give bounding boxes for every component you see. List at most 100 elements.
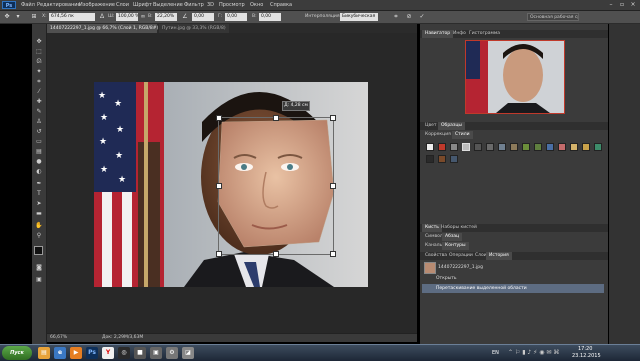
style-swatch[interactable] bbox=[534, 143, 542, 151]
menu-file[interactable]: Файл bbox=[21, 2, 35, 8]
history-step-open[interactable]: Открыть bbox=[422, 274, 604, 283]
magic-wand-icon[interactable]: ✦ bbox=[34, 68, 44, 76]
screen-mode-icon[interactable]: ▣ bbox=[34, 276, 44, 284]
zoom-level[interactable]: 66,67% bbox=[50, 335, 67, 340]
shape-tool-icon[interactable]: ▬ bbox=[34, 210, 44, 218]
commit-transform-icon[interactable]: ✓ bbox=[418, 13, 426, 21]
history-snapshot[interactable]: 14407222297_1.jpg bbox=[438, 263, 620, 272]
menu-window[interactable]: Окно bbox=[250, 2, 263, 8]
transform-handle-left[interactable] bbox=[216, 183, 222, 189]
pen-tool-icon[interactable]: ✒ bbox=[34, 180, 44, 188]
style-swatch[interactable] bbox=[510, 143, 518, 151]
style-swatch[interactable] bbox=[438, 155, 446, 163]
tray-icons[interactable]: ⌃ ⚐ ▮ ♪ ⚡ ◉ ✉ ⌘ bbox=[508, 349, 559, 356]
photoshop-icon[interactable]: Ps bbox=[86, 347, 98, 359]
brush-tool-icon[interactable]: ✎ bbox=[34, 108, 44, 116]
app-icon-4[interactable]: ◪ bbox=[182, 347, 194, 359]
transform-bounding-box[interactable] bbox=[218, 117, 334, 255]
style-swatch[interactable] bbox=[426, 155, 434, 163]
v-skew-field[interactable]: 0,00 bbox=[259, 13, 281, 21]
media-player-icon[interactable]: ▶ bbox=[70, 347, 82, 359]
start-button[interactable]: Пуск bbox=[2, 346, 32, 360]
lasso-tool-icon[interactable]: ᘏ bbox=[34, 58, 44, 66]
ie-icon[interactable]: e bbox=[54, 347, 66, 359]
blur-tool-icon[interactable]: ● bbox=[34, 158, 44, 166]
tab-document-2[interactable]: Путин.jpg @ 33,3% (RGB/8) bbox=[159, 24, 229, 33]
tab-color[interactable]: Цвет bbox=[422, 122, 440, 130]
transform-handle-top[interactable] bbox=[273, 115, 279, 121]
chevron-down-icon[interactable]: ▾ bbox=[14, 13, 22, 21]
reference-point-icon[interactable]: ⊞ bbox=[30, 13, 38, 21]
h-skew-field[interactable]: 0,00 bbox=[225, 13, 247, 21]
transform-handle-bottom-right[interactable] bbox=[330, 251, 336, 257]
width-field[interactable]: 100,00 % bbox=[116, 13, 138, 21]
transform-handle-top-right[interactable] bbox=[330, 115, 336, 121]
style-swatch[interactable] bbox=[486, 143, 494, 151]
menu-edit[interactable]: Редактирование bbox=[37, 2, 81, 8]
style-swatch[interactable] bbox=[450, 143, 458, 151]
style-swatch[interactable] bbox=[570, 143, 578, 151]
x-field[interactable]: 674,56 пк bbox=[49, 13, 95, 21]
menu-type[interactable]: Шрифт bbox=[133, 2, 152, 8]
clock-time[interactable]: 17:20 bbox=[578, 346, 592, 352]
style-swatch[interactable] bbox=[522, 143, 530, 151]
height-field[interactable]: 22,20% bbox=[155, 13, 177, 21]
tab-history[interactable]: История bbox=[486, 252, 512, 260]
maximize-icon[interactable]: ▫ bbox=[617, 1, 627, 8]
history-step-drag[interactable]: Перетаскивание выделенной области bbox=[422, 284, 604, 293]
foreground-color-swatch[interactable] bbox=[34, 246, 43, 255]
move-tool-icon[interactable]: ✥ bbox=[34, 38, 44, 46]
menu-help[interactable]: Справка bbox=[270, 2, 292, 8]
path-select-icon[interactable]: ➤ bbox=[34, 200, 44, 208]
explorer-icon[interactable]: ▤ bbox=[38, 347, 50, 359]
transform-handle-right[interactable] bbox=[330, 183, 336, 189]
type-tool-icon[interactable]: T bbox=[34, 190, 44, 198]
clone-stamp-icon[interactable]: ♙ bbox=[34, 118, 44, 126]
zoom-tool-icon[interactable]: ⚲ bbox=[34, 232, 44, 240]
style-swatch[interactable] bbox=[498, 143, 506, 151]
tab-paths[interactable]: Контуры bbox=[442, 242, 469, 250]
workspace-select[interactable]: Основная рабочая среда bbox=[527, 13, 579, 21]
transform-handle-top-left[interactable] bbox=[216, 115, 222, 121]
transform-handle-bottom-left[interactable] bbox=[216, 251, 222, 257]
hand-tool-icon[interactable]: ✋ bbox=[34, 222, 44, 230]
style-swatch[interactable] bbox=[594, 143, 602, 151]
move-tool-icon[interactable]: ✥ bbox=[3, 13, 11, 21]
tab-paragraph[interactable]: Абзац bbox=[442, 233, 463, 241]
style-swatch[interactable] bbox=[426, 143, 434, 151]
tab-styles[interactable]: Стили bbox=[452, 131, 473, 139]
history-snapshot-thumbnail[interactable] bbox=[424, 262, 436, 274]
style-swatch[interactable] bbox=[474, 143, 482, 151]
style-swatch[interactable] bbox=[558, 143, 566, 151]
dodge-tool-icon[interactable]: ◐ bbox=[34, 168, 44, 176]
tab-histogram[interactable]: Гистограмма bbox=[466, 30, 503, 38]
menu-select[interactable]: Выделение bbox=[153, 2, 183, 8]
clock-date[interactable]: 23.12.2015 bbox=[572, 353, 601, 359]
style-swatch[interactable] bbox=[546, 143, 554, 151]
rotate-field[interactable]: 0,00 bbox=[192, 13, 214, 21]
language-indicator[interactable]: EN bbox=[492, 350, 499, 356]
style-swatch[interactable] bbox=[462, 143, 470, 151]
yandex-icon[interactable]: Y bbox=[102, 347, 114, 359]
marquee-tool-icon[interactable]: ⬚ bbox=[34, 48, 44, 56]
style-swatch[interactable] bbox=[582, 143, 590, 151]
cancel-transform-icon[interactable]: ⊘ bbox=[405, 13, 413, 21]
menu-view[interactable]: Просмотр bbox=[219, 2, 245, 8]
eraser-tool-icon[interactable]: ▭ bbox=[34, 138, 44, 146]
history-brush-icon[interactable]: ↺ bbox=[34, 128, 44, 136]
warp-icon[interactable]: ⌗ bbox=[392, 13, 400, 21]
quick-mask-icon[interactable]: ◙ bbox=[34, 264, 44, 272]
eyedropper-icon[interactable]: ⁄ bbox=[34, 88, 44, 96]
style-swatch[interactable] bbox=[450, 155, 458, 163]
link-icon[interactable]: ∞ bbox=[139, 13, 147, 21]
tab-document-1[interactable]: 14407222297_1.jpg @ 66,7% (Слой 1, RGB/8… bbox=[47, 24, 162, 33]
close-icon[interactable]: × bbox=[628, 1, 638, 8]
app-icon-3[interactable]: ⚙ bbox=[166, 347, 178, 359]
app-icon-2[interactable]: ▣ bbox=[150, 347, 162, 359]
transform-handle-bottom[interactable] bbox=[273, 251, 279, 257]
steam-icon[interactable]: ◎ bbox=[118, 347, 130, 359]
tab-navigator[interactable]: Навигатор bbox=[422, 30, 454, 38]
crop-tool-icon[interactable]: ⌗ bbox=[34, 78, 44, 86]
style-swatch[interactable] bbox=[438, 143, 446, 151]
tab-swatches[interactable]: Образцы bbox=[438, 122, 465, 130]
